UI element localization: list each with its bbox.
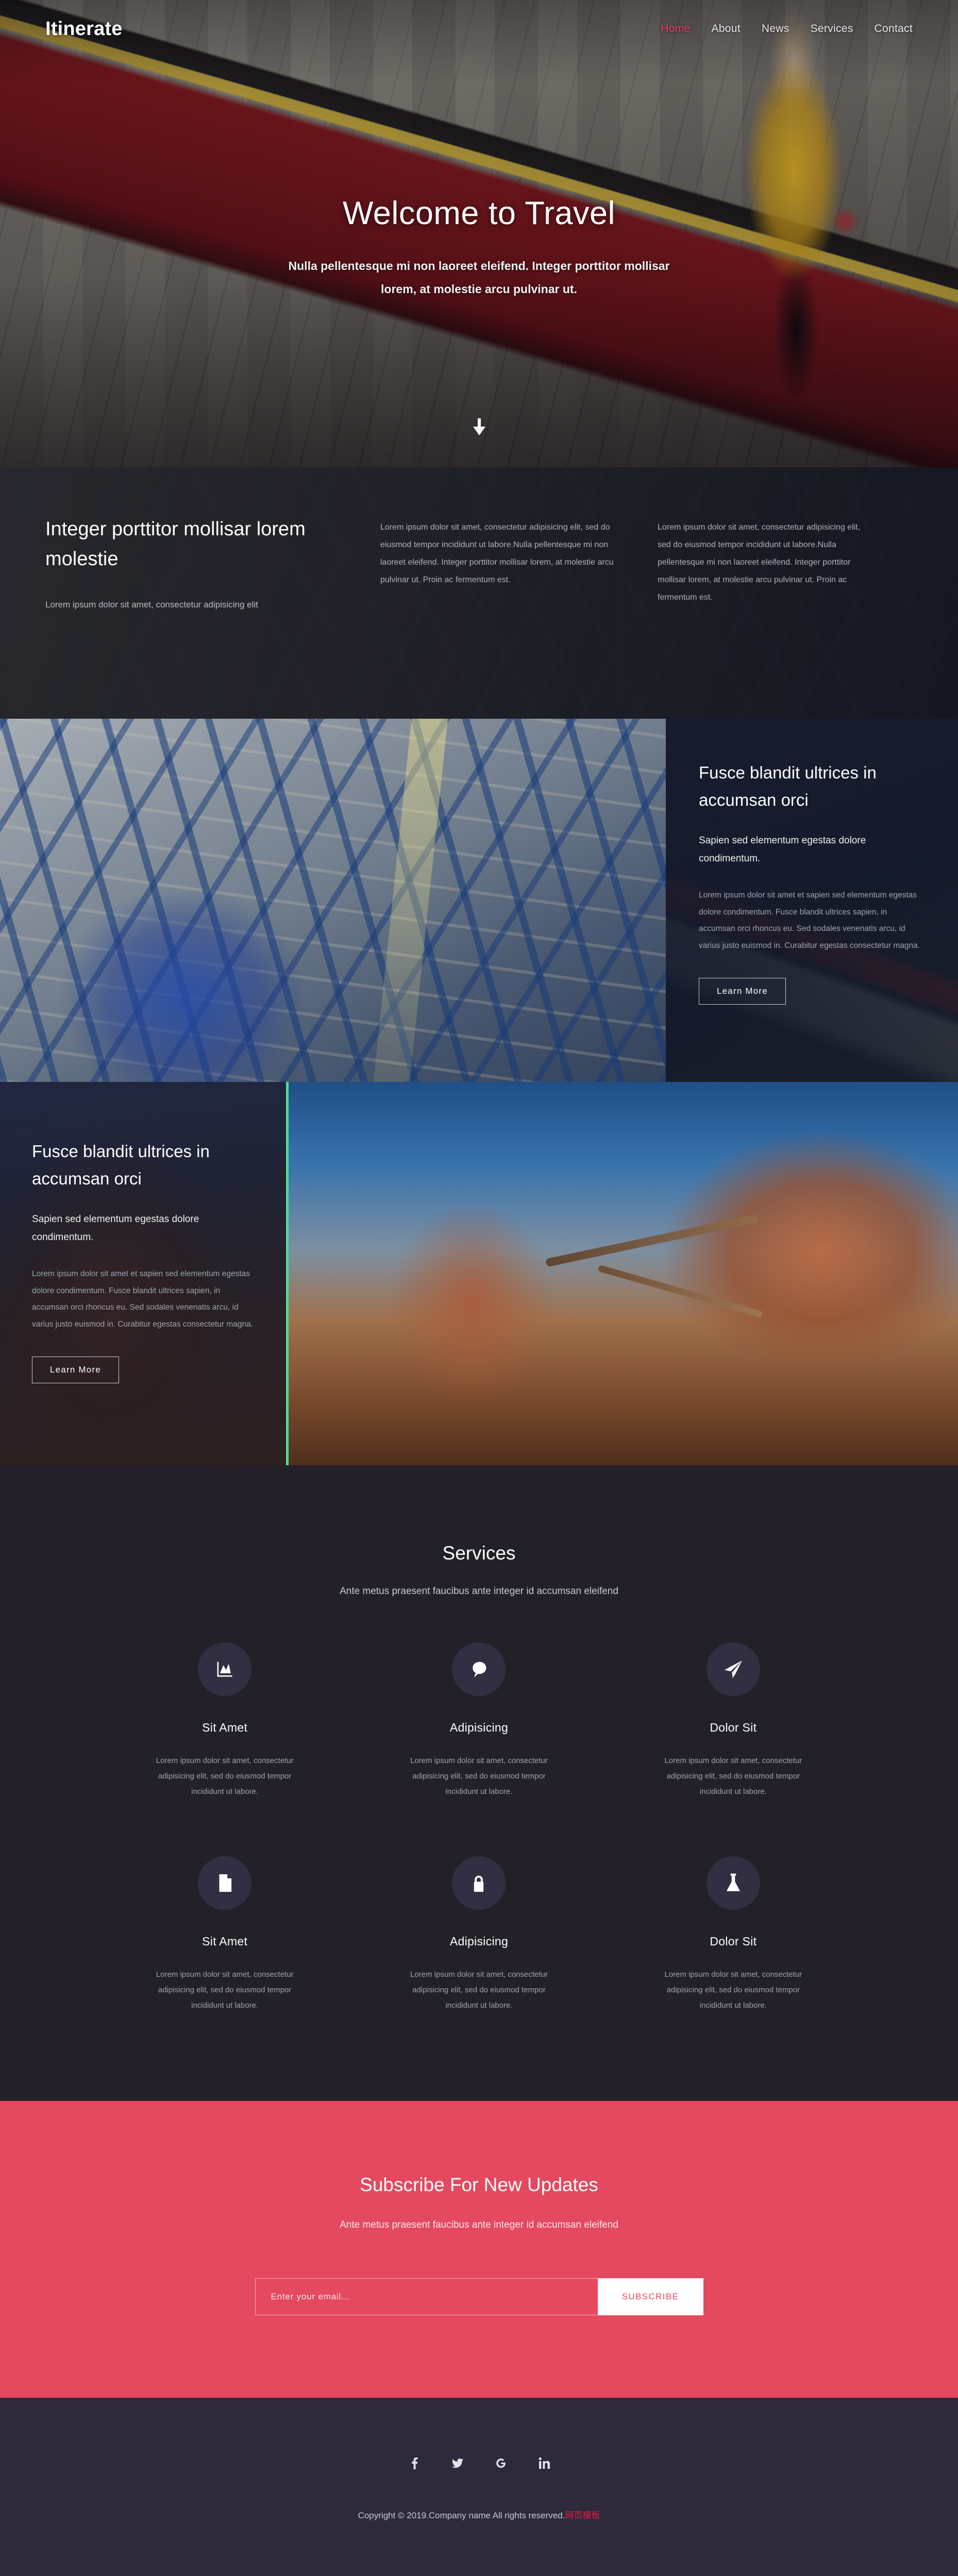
service-card[interactable]: Adipisicing Lorem ipsum dolor sit amet, … (352, 1642, 606, 1800)
green-accent-divider (286, 1082, 289, 1465)
feature-right-learn-more-button[interactable]: Learn More (699, 978, 786, 1005)
service-title: Dolor Sit (710, 1935, 757, 1948)
service-description: Lorem ipsum dolor sit amet, consectetur … (156, 1970, 294, 2010)
service-card[interactable]: Dolor Sit Lorem ipsum dolor sit amet, co… (606, 1856, 860, 2013)
site-header: Itinerate Home About News Services Conta… (0, 0, 958, 58)
site-footer: Copyright © 2019.Company name All rights… (0, 2398, 958, 2576)
service-card[interactable]: Sit Amet Lorem ipsum dolor sit amet, con… (98, 1856, 352, 2013)
hero-content: Welcome to Travel Nulla pellentesque mi … (0, 195, 958, 301)
service-title: Adipisicing (449, 1721, 509, 1734)
intro-lead-text: Lorem ipsum dolor sit amet, consectetur … (45, 599, 258, 609)
subscribe-form: SUBSCRIBE (255, 2278, 703, 2315)
google-plus-icon[interactable] (493, 2455, 509, 2471)
service-title: Adipisicing (449, 1935, 509, 1948)
copyright: Copyright © 2019.Company name All rights… (0, 2508, 958, 2521)
feature-right-body: Lorem ipsum dolor sit amet et sapien sed… (699, 891, 920, 950)
flask-icon (706, 1856, 760, 1910)
feature-right-section: Fusce blandit ultrices in accumsan orci … (0, 719, 958, 1082)
facebook-icon[interactable] (407, 2455, 422, 2471)
feature-left-subheading: Sapien sed elementum egestas dolore cond… (32, 1213, 199, 1243)
nav-item-home[interactable]: Home (661, 23, 690, 35)
copyright-text: Copyright © 2019.Company name All rights… (358, 2511, 565, 2520)
intro-paragraph-1: Lorem ipsum dolor sit amet, consectetur … (380, 523, 614, 584)
hero-section: Itinerate Home About News Services Conta… (0, 0, 958, 467)
hero-title: Welcome to Travel (342, 195, 616, 231)
social-links (0, 2455, 958, 2471)
hero-subtitle: Nulla pellentesque mi non laoreet eleife… (288, 259, 670, 296)
service-description: Lorem ipsum dolor sit amet, consectetur … (156, 1756, 294, 1796)
image-branch-2 (597, 1264, 763, 1318)
service-description: Lorem ipsum dolor sit amet, consectetur … (410, 1756, 548, 1796)
site-logo[interactable]: Itinerate (45, 18, 123, 40)
copyright-link[interactable]: 网页模板 (565, 2511, 600, 2520)
services-section: Services Ante metus praesent faucibus an… (0, 1465, 958, 2101)
feature-left-image (286, 1082, 958, 1465)
service-card[interactable]: Adipisicing Lorem ipsum dolor sit amet, … (352, 1856, 606, 2013)
feature-left-section: Fusce blandit ultrices in accumsan orci … (0, 1082, 958, 1465)
service-description: Lorem ipsum dolor sit amet, consectetur … (410, 1970, 548, 2010)
feature-left-heading: Fusce blandit ultrices in accumsan orci (32, 1142, 210, 1189)
service-description: Lorem ipsum dolor sit amet, consectetur … (664, 1970, 802, 2010)
feature-right-subheading: Sapien sed elementum egestas dolore cond… (699, 835, 866, 865)
nav-item-services[interactable]: Services (811, 23, 853, 35)
intro-heading: Integer porttitor mollisar lorem molesti… (45, 518, 306, 570)
comment-bubble-icon (452, 1642, 506, 1696)
intro-content: Integer porttitor mollisar lorem molesti… (0, 467, 958, 614)
file-document-icon (198, 1856, 252, 1910)
feature-left-body: Lorem ipsum dolor sit amet et sapien sed… (32, 1269, 254, 1329)
image-light-beam (369, 719, 450, 1082)
subscribe-button[interactable]: SUBSCRIBE (597, 2278, 703, 2315)
nav-item-news[interactable]: News (762, 23, 789, 35)
feature-left-panel: Fusce blandit ultrices in accumsan orci … (0, 1082, 286, 1465)
feature-right-heading: Fusce blandit ultrices in accumsan orci (699, 763, 877, 810)
feature-right-panel: Fusce blandit ultrices in accumsan orci … (666, 719, 958, 1082)
feature-right-image (0, 719, 666, 1082)
linkedin-icon[interactable] (536, 2455, 552, 2471)
email-input[interactable] (255, 2278, 598, 2315)
area-chart-icon (198, 1642, 252, 1696)
twitter-icon[interactable] (450, 2455, 465, 2471)
subscribe-subtitle: Ante metus praesent faucibus ante intege… (340, 2219, 618, 2230)
image-branch-1 (545, 1214, 759, 1267)
arrow-down-icon[interactable] (473, 418, 486, 438)
services-subtitle: Ante metus praesent faucibus ante intege… (340, 1586, 618, 1597)
intro-section: Integer porttitor mollisar lorem molesti… (0, 467, 958, 719)
service-title: Sit Amet (202, 1935, 248, 1948)
services-grid: Sit Amet Lorem ipsum dolor sit amet, con… (98, 1642, 861, 2013)
intro-paragraph-2: Lorem ipsum dolor sit amet, consectetur … (658, 523, 861, 602)
service-title: Sit Amet (202, 1721, 248, 1734)
feature-left-learn-more-button[interactable]: Learn More (32, 1357, 119, 1384)
service-title: Dolor Sit (710, 1721, 757, 1734)
service-card[interactable]: Dolor Sit Lorem ipsum dolor sit amet, co… (606, 1642, 860, 1800)
subscribe-section: Subscribe For New Updates Ante metus pra… (0, 2101, 958, 2398)
service-description: Lorem ipsum dolor sit amet, consectetur … (664, 1756, 802, 1796)
nav-item-contact[interactable]: Contact (875, 23, 913, 35)
main-navigation: Home About News Services Contact (661, 23, 913, 35)
image-accent-glow (62, 889, 304, 1082)
services-title: Services (442, 1543, 516, 1564)
paper-plane-icon (706, 1642, 760, 1696)
intro-left-column: Integer porttitor mollisar lorem molesti… (45, 515, 380, 614)
service-card[interactable]: Sit Amet Lorem ipsum dolor sit amet, con… (98, 1642, 352, 1800)
nav-item-about[interactable]: About (711, 23, 740, 35)
lock-icon (452, 1856, 506, 1910)
subscribe-title: Subscribe For New Updates (360, 2174, 598, 2195)
